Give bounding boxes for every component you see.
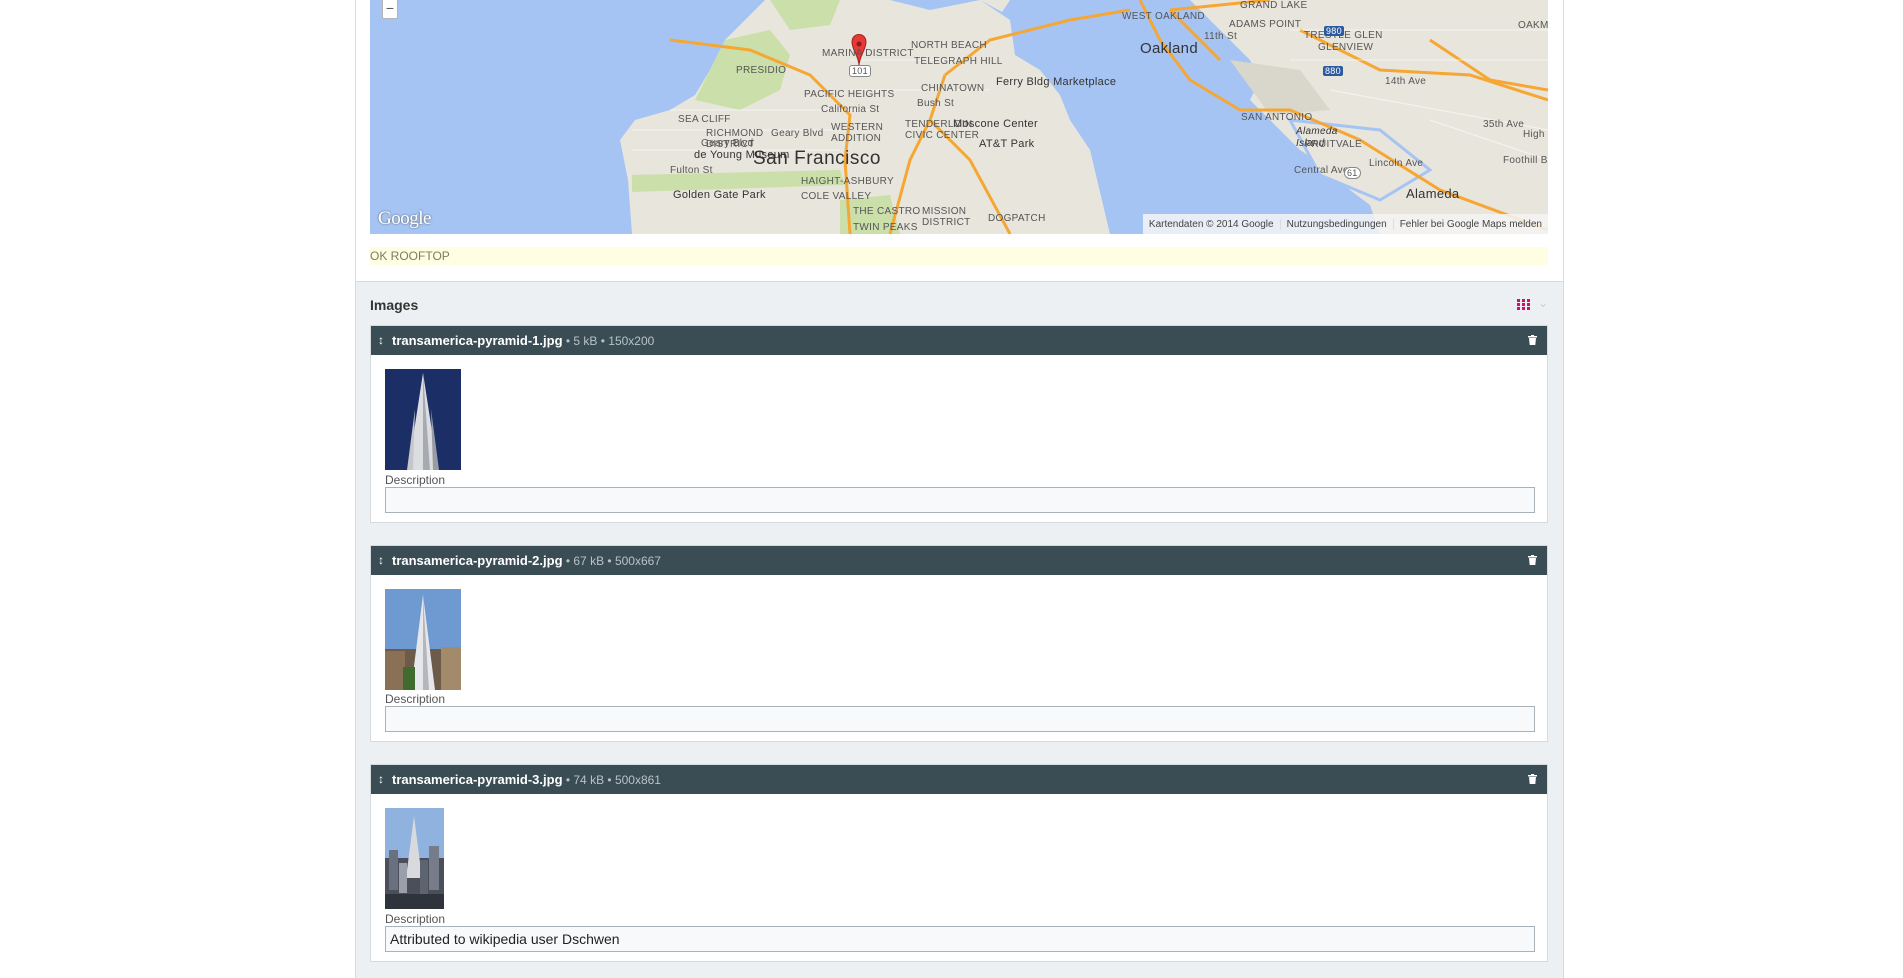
image-item-2: ↕ transamerica-pyramid-2.jpg • 67 kB • 5… (370, 545, 1548, 742)
map-label-att-park: AT&T Park (979, 138, 1035, 150)
map-shield-980: 980 (1324, 26, 1344, 36)
images-section-header: Images ⌄ (370, 293, 1548, 315)
geocode-status: OK ROOFTOP (370, 247, 1548, 265)
map-label-foothill: Foothill B (1503, 155, 1548, 166)
map-label-de-young: de Young Museum (694, 149, 790, 161)
map-label-oakland: Oakland (1140, 40, 1198, 57)
image-filename: transamerica-pyramid-3.jpg • 74 kB • 500… (392, 772, 661, 787)
trash-icon[interactable] (1528, 555, 1537, 565)
map-label-adams-point: ADAMS POINT (1229, 19, 1302, 30)
map-label-pacific-heights: PACIFIC HEIGHTS (804, 89, 895, 100)
image-meta: • 74 kB • 500x861 (562, 773, 661, 787)
map-label-fruitvale: FRUITVALE (1305, 139, 1362, 150)
map-label-san-antonio: SAN ANTONIO (1241, 112, 1313, 123)
map-label-haight: HAIGHT-ASHBURY (801, 176, 894, 187)
description-label: Description (385, 473, 446, 487)
map-shield-101: 101 (849, 65, 871, 77)
description-input[interactable] (385, 706, 1535, 732)
thumbnail-image[interactable] (385, 369, 461, 470)
zoom-out-button[interactable]: − (382, 0, 398, 19)
map-label-lincoln-ave: Lincoln Ave (1369, 158, 1424, 169)
map-label-geary-blvd-2: Geary Blvd (771, 128, 824, 139)
map-label-grand-lake: GRAND LAKE (1240, 0, 1308, 11)
map-label-california-st: California St (821, 104, 880, 115)
map-card: − San Francisco Oakland Alameda Alameda … (356, 0, 1563, 282)
image-meta: • 5 kB • 150x200 (562, 334, 655, 348)
map-label-castro: THE CASTRO (853, 206, 921, 217)
map-label-western-addition: WESTERN ADDITION (831, 122, 884, 144)
map-label-oakmo: OAKMO (1518, 20, 1548, 31)
map-label-north-beach: NORTH BEACH (911, 40, 987, 51)
content-panel: − San Francisco Oakland Alameda Alameda … (355, 0, 1564, 978)
map-label-sea-cliff: SEA CLIFF (678, 114, 731, 125)
map-label-golden-gate-park: Golden Gate Park (673, 189, 766, 201)
description-label: Description (385, 692, 446, 706)
image-filename: transamerica-pyramid-2.jpg • 67 kB • 500… (392, 553, 661, 568)
map-label-ferry: Ferry Bldg Marketplace (996, 76, 1117, 88)
map-data-credit: Kartendaten © 2014 Google (1148, 218, 1274, 230)
map-attribution: Kartendaten © 2014 Google Nutzungsbeding… (1142, 214, 1548, 234)
map-label-dogpatch: DOGPATCH (988, 213, 1046, 224)
map-label-twin-peaks: TWIN PEAKS (853, 222, 918, 233)
image-item-header: ↕ transamerica-pyramid-3.jpg • 74 kB • 5… (371, 765, 1547, 794)
image-item-3: ↕ transamerica-pyramid-3.jpg • 74 kB • 5… (370, 764, 1548, 962)
map-label-presidio: PRESIDIO (736, 65, 787, 76)
map-label-alameda: Alameda (1406, 186, 1460, 201)
map-label-cole-valley: COLE VALLEY (801, 191, 872, 202)
description-label: Description (385, 912, 446, 926)
map-label-bush-st: Bush St (917, 98, 955, 109)
drag-handle-icon[interactable]: ↕ (378, 765, 384, 794)
trash-icon[interactable] (1528, 335, 1537, 345)
map-label-mission: MISSION DISTRICT (922, 206, 971, 228)
map-terms-link[interactable]: Nutzungsbedingungen (1279, 218, 1393, 230)
map-shield-880: 880 (1323, 66, 1343, 76)
map-label-chinatown: CHINATOWN (921, 83, 985, 94)
map-label-geary-blvd: Geary Blvd (701, 138, 754, 149)
chevron-down-icon[interactable]: ⌄ (1538, 296, 1548, 310)
image-item-1: ↕ transamerica-pyramid-1.jpg • 5 kB • 15… (370, 325, 1548, 523)
images-section-title: Images (370, 297, 419, 313)
map-label-11th-st: 11th St (1204, 31, 1238, 42)
map-label-35th-ave: 35th Ave (1483, 119, 1525, 130)
map-label-telegraph: TELEGRAPH HILL (914, 56, 1003, 67)
map-report-link[interactable]: Fehler bei Google Maps melden (1392, 218, 1548, 230)
map-shield-61: 61 (1344, 167, 1361, 179)
thumbnail-image[interactable] (385, 589, 461, 690)
image-item-header: ↕ transamerica-pyramid-1.jpg • 5 kB • 15… (371, 326, 1547, 355)
thumbnail-image[interactable] (385, 808, 444, 909)
map-label-west-oakland: WEST OAKLAND (1122, 11, 1205, 22)
map-label-fulton-st: Fulton St (670, 165, 713, 176)
map-label-tenderloin: TENDERLOIN CIVIC CENTER (905, 119, 980, 141)
image-item-header: ↕ transamerica-pyramid-2.jpg • 67 kB • 5… (371, 546, 1547, 575)
trash-icon[interactable] (1528, 774, 1537, 784)
map-label-high: High (1523, 129, 1545, 140)
map-label-marina: MARINA DISTRICT (822, 48, 914, 59)
map-label-central-ave: Central Ave (1294, 165, 1349, 176)
map-canvas[interactable]: − San Francisco Oakland Alameda Alameda … (370, 0, 1548, 234)
map-label-14th-ave: 14th Ave (1385, 76, 1427, 87)
map-label-glenview: GLENVIEW (1318, 42, 1374, 53)
grid-view-icon[interactable] (1517, 299, 1530, 310)
description-input[interactable] (385, 926, 1535, 952)
image-meta: • 67 kB • 500x667 (562, 554, 661, 568)
google-logo: Google (378, 208, 431, 229)
description-input[interactable] (385, 487, 1535, 513)
drag-handle-icon[interactable]: ↕ (378, 546, 384, 575)
image-filename: transamerica-pyramid-1.jpg • 5 kB • 150x… (392, 333, 655, 348)
drag-handle-icon[interactable]: ↕ (378, 326, 384, 355)
